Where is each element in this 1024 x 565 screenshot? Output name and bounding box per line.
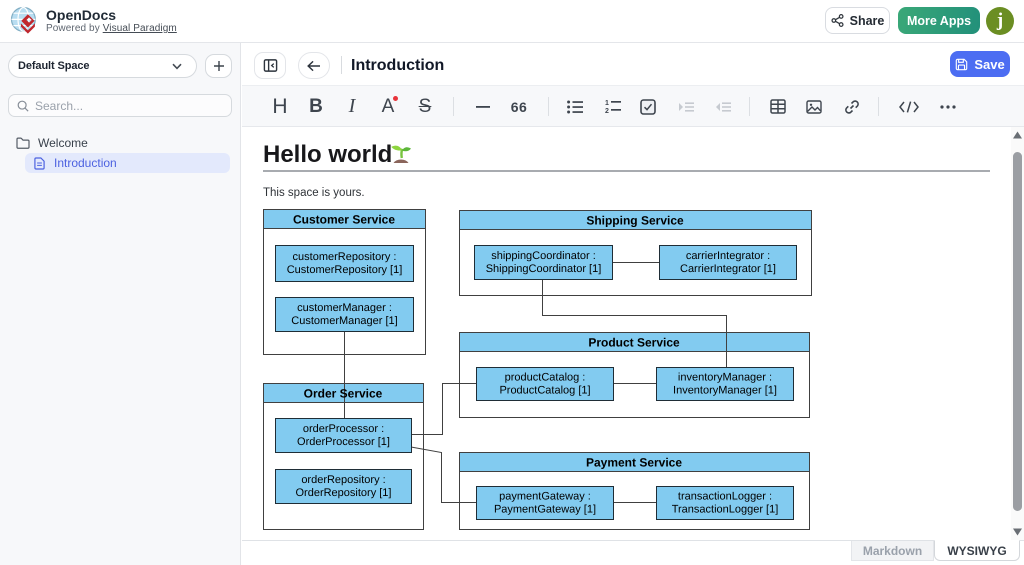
- svg-text:ProductCatalog [1]: ProductCatalog [1]: [499, 385, 590, 397]
- svg-text:CustomerManager [1]: CustomerManager [1]: [291, 315, 397, 327]
- svg-text:CarrierIntegrator [1]: CarrierIntegrator [1]: [680, 263, 776, 275]
- svg-text:CustomerRepository [1]: CustomerRepository [1]: [287, 264, 403, 276]
- svg-text:shippingCoordinator :: shippingCoordinator :: [491, 250, 596, 262]
- svg-text:Customer Service: Customer Service: [293, 213, 395, 227]
- svg-text:Product Service: Product Service: [588, 336, 680, 350]
- svg-text:OrderProcessor [1]: OrderProcessor [1]: [297, 436, 390, 448]
- svg-text:orderProcessor :: orderProcessor :: [303, 423, 384, 435]
- svg-text:customerRepository :: customerRepository :: [293, 251, 397, 263]
- svg-text:Shipping Service: Shipping Service: [586, 214, 684, 228]
- svg-text:paymentGateway :: paymentGateway :: [499, 491, 591, 503]
- svg-text:carrierIntegrator :: carrierIntegrator :: [686, 250, 770, 262]
- svg-text:OrderRepository [1]: OrderRepository [1]: [296, 487, 392, 499]
- svg-text:inventoryManager :: inventoryManager :: [678, 372, 772, 384]
- svg-text:1: 1: [605, 100, 609, 107]
- svg-text:Order Service: Order Service: [304, 387, 383, 401]
- svg-text:2: 2: [605, 108, 609, 114]
- svg-text:transactionLogger :: transactionLogger :: [678, 491, 772, 503]
- svg-text:ShippingCoordinator [1]: ShippingCoordinator [1]: [486, 263, 602, 275]
- svg-text:orderRepository :: orderRepository :: [301, 474, 385, 486]
- svg-text:TransactionLogger [1]: TransactionLogger [1]: [672, 504, 779, 516]
- svg-text:Payment Service: Payment Service: [586, 456, 682, 470]
- svg-text:productCatalog :: productCatalog :: [505, 372, 586, 384]
- svg-text:customerManager :: customerManager :: [297, 302, 392, 314]
- svg-text:PaymentGateway [1]: PaymentGateway [1]: [494, 504, 596, 516]
- svg-text:InventoryManager [1]: InventoryManager [1]: [673, 385, 777, 397]
